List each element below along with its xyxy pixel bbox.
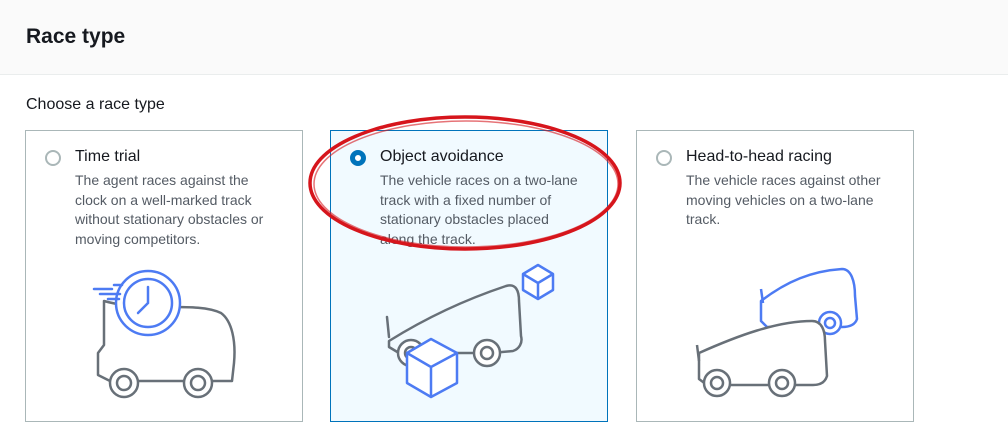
option-description: The agent races against the clock on a w… [75, 172, 264, 247]
option-description: The vehicle races against other moving v… [686, 172, 881, 227]
section-title: Race type [26, 25, 126, 48]
radio-head-to-head-racing[interactable] [656, 150, 672, 166]
option-title: Head-to-head racing [686, 148, 832, 165]
radio-time-trial[interactable] [45, 150, 61, 166]
option-description: The vehicle races on a two-lane track wi… [380, 172, 578, 247]
option-card-head-to-head-racing[interactable]: Head-to-head racing The vehicle races ag… [636, 130, 914, 422]
option-card-object-avoidance[interactable]: Object avoidance The vehicle races on a … [330, 130, 608, 422]
option-title: Object avoidance [380, 148, 504, 165]
option-card-time-trial[interactable]: Time trial The agent races against the c… [25, 130, 303, 422]
option-title: Time trial [75, 148, 141, 165]
section-header: Race type [0, 0, 1008, 75]
radio-object-avoidance[interactable] [350, 150, 366, 166]
race-type-label: Choose a race type [26, 96, 165, 113]
